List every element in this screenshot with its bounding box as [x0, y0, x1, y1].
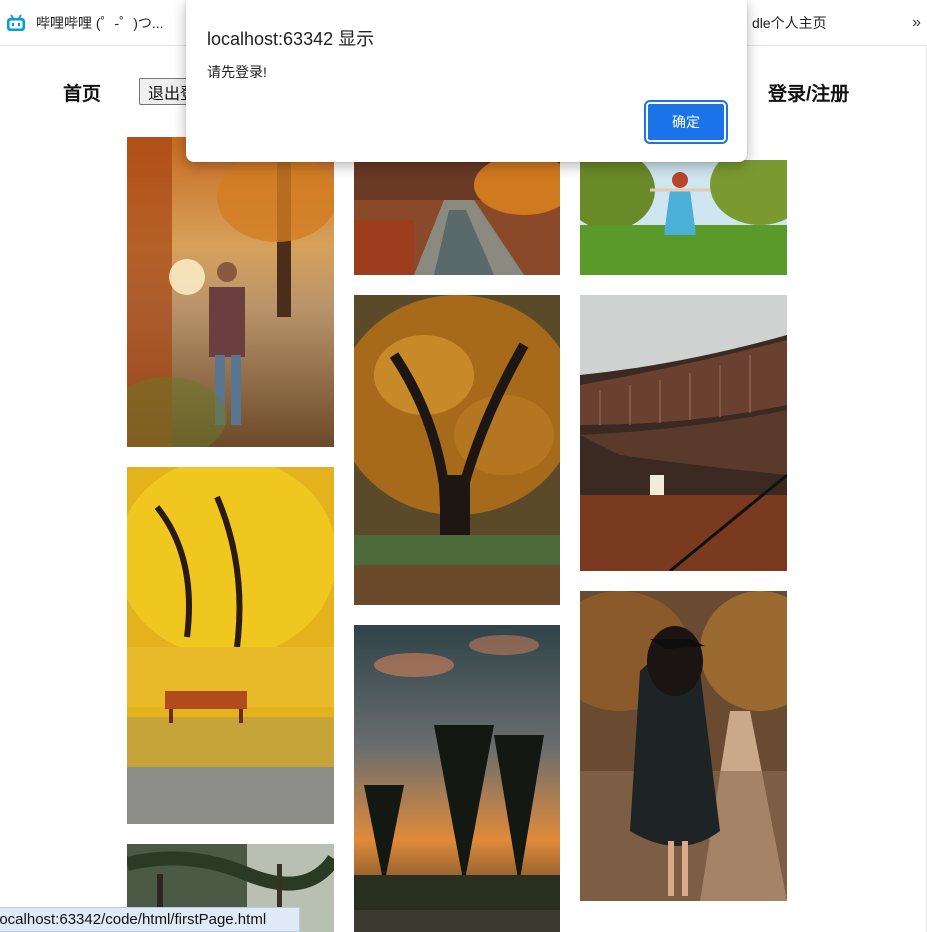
- photo-yellow-ginkgo-bench[interactable]: [127, 467, 334, 824]
- nav-home-link[interactable]: 首页: [63, 79, 101, 106]
- status-url: localhost:63342/code/html/firstPage.html: [0, 911, 267, 928]
- bilibili-icon: [7, 13, 25, 31]
- ok-button[interactable]: 确定: [644, 100, 728, 144]
- chevron-double-right-icon: »: [912, 13, 921, 31]
- alert-dialog: localhost:63342 显示 请先登录! 确定: [186, 0, 747, 162]
- photo-man-autumn-park[interactable]: [127, 137, 334, 447]
- photo-autumn-river[interactable]: [354, 160, 560, 275]
- bookmark-bilibili[interactable]: 哔哩哔哩 (゜-゜)つ...: [6, 0, 164, 45]
- status-bar: localhost:63342/code/html/firstPage.html: [0, 907, 300, 932]
- bookmark-label: 哔哩哔哩 (゜-゜)つ...: [36, 14, 164, 31]
- photo-autumn-oak-tree[interactable]: [354, 295, 560, 605]
- photo-round-library[interactable]: [580, 295, 787, 571]
- photo-pine-sunset[interactable]: [354, 625, 560, 932]
- photo-graduate-walking[interactable]: [580, 591, 787, 901]
- bookmark-label: dle个人主页: [752, 14, 827, 31]
- bookmarks-overflow-button[interactable]: »: [912, 0, 921, 45]
- dialog-message: 请先登录!: [207, 64, 267, 80]
- bookmark-personal-home[interactable]: dle个人主页: [752, 0, 827, 45]
- login-register-link[interactable]: 登录/注册: [768, 79, 849, 106]
- photo-girl-blue-dress[interactable]: [580, 160, 787, 275]
- dialog-title: localhost:63342 显示: [207, 29, 375, 49]
